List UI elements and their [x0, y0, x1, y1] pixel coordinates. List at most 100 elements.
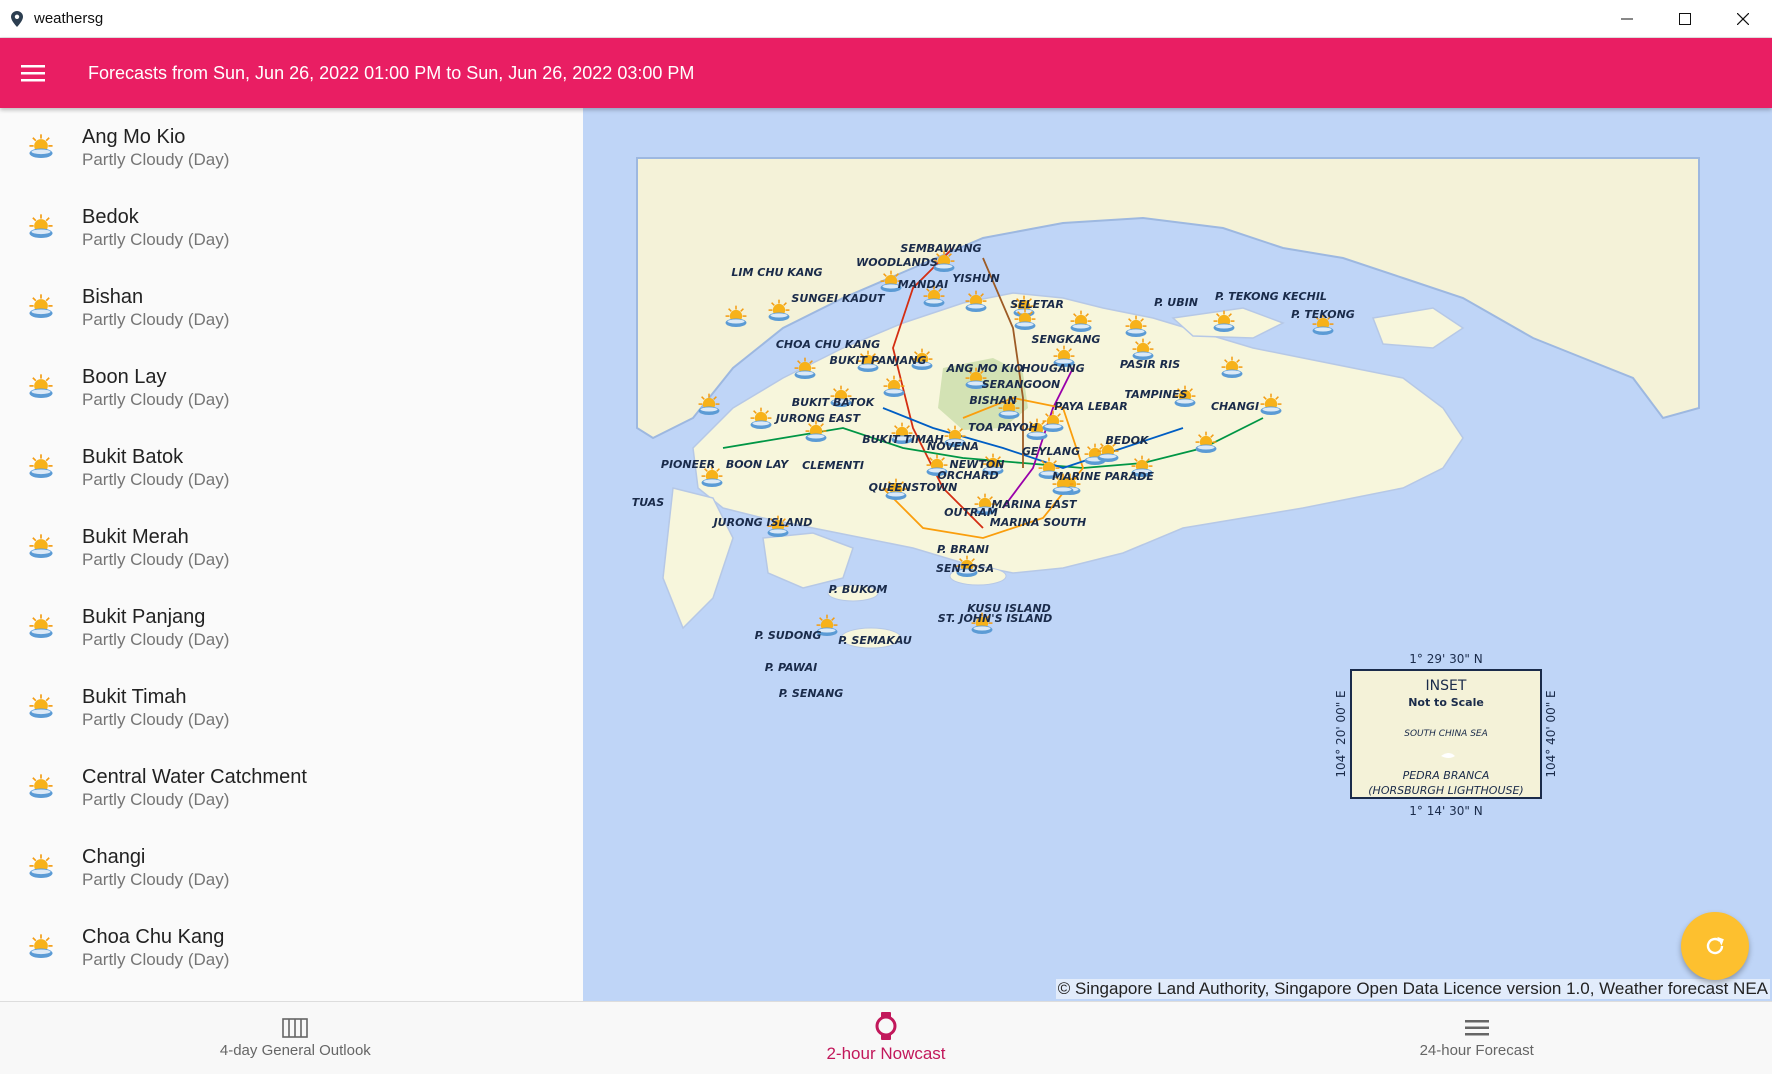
- watch-icon: [875, 1012, 897, 1040]
- list-item[interactable]: Bishan Partly Cloudy (Day): [0, 268, 583, 348]
- forecast-marker: [1070, 310, 1092, 333]
- inset-lat-bottom: 1° 14' 30" N: [1409, 804, 1482, 818]
- window-title: weathersg: [34, 10, 104, 27]
- forecast-marker: [1042, 410, 1064, 433]
- close-button[interactable]: [1714, 0, 1772, 38]
- area-name: Choa Chu Kang: [82, 926, 225, 948]
- minimize-button[interactable]: [1598, 0, 1656, 38]
- map-place-label: P. UBIN: [1154, 296, 1198, 309]
- maximize-icon: [1679, 13, 1691, 25]
- nav-2-hour-nowcast[interactable]: 2-hour Nowcast: [591, 1002, 1182, 1074]
- jurong-island: [762, 532, 854, 589]
- partly-cloudy-day-icon: [0, 133, 82, 163]
- nav-24-hour-forecast[interactable]: 24-hour Forecast: [1181, 1002, 1772, 1074]
- partly-cloudy-day-icon: [0, 693, 82, 723]
- map-place-label: SUNGEI KADUT: [791, 292, 886, 305]
- map-place-label: P. BUKOM: [829, 583, 888, 596]
- singapore-map[interactable]: SEMBAWANG WOODLANDS YISHUN LIM CHU KANG MAND…: [583, 108, 1772, 1001]
- map-place-label: ST. JOHN'S ISLAND: [938, 612, 1052, 625]
- map-place-label: NOVENA: [927, 440, 979, 453]
- inset-place-label: PEDRA BRANCA: [1403, 769, 1490, 782]
- map-place-label: YISHUN: [952, 272, 999, 285]
- forecast-period-title: Forecasts from Sun, Jun 26, 2022 01:00 P…: [88, 62, 695, 83]
- minimize-icon: [1621, 18, 1633, 20]
- map-place-label: SERANGOON: [982, 378, 1061, 391]
- partly-cloudy-day-icon: [0, 213, 82, 243]
- map-place-label: TOA PAYOH: [968, 421, 1038, 434]
- map-place-label: BUKIT PANJANG: [830, 354, 927, 367]
- inset-subtitle: Not to Scale: [1408, 696, 1484, 709]
- area-name: Changi: [82, 846, 146, 868]
- map-place-label: CHANGI: [1211, 400, 1259, 413]
- map-place-label: BUKIT BATOK: [792, 396, 876, 409]
- partly-cloudy-day-icon: [0, 613, 82, 643]
- map-place-label: BOON LAY: [726, 458, 789, 471]
- map-place-label: SEMBAWANG: [900, 242, 981, 255]
- partly-cloudy-day-icon: [0, 533, 82, 563]
- map-place-label: MARINA EAST: [991, 498, 1078, 511]
- map-place-label: SELETAR: [1010, 298, 1064, 311]
- forecast-marker: [965, 290, 987, 313]
- close-icon: [1737, 13, 1749, 25]
- map-place-label: PAYA LEBAR: [1054, 400, 1127, 413]
- tuas-landmass: [662, 487, 734, 630]
- nav-label: 4-day General Outlook: [219, 1041, 371, 1059]
- map-place-label: P. TEKONG: [1291, 308, 1355, 321]
- area-forecast: Partly Cloudy (Day): [82, 550, 230, 569]
- refresh-button[interactable]: [1681, 912, 1749, 980]
- map-place-label: P. TEKONG KECHIL: [1215, 290, 1327, 303]
- app-pin-icon: [0, 0, 34, 38]
- list-item[interactable]: Bedok Partly Cloudy (Day): [0, 188, 583, 268]
- map-place-label: PIONEER: [661, 458, 715, 471]
- list-item[interactable]: Changi Partly Cloudy (Day): [0, 828, 583, 908]
- map-place-label: BEDOK: [1106, 434, 1150, 447]
- list-item[interactable]: Central Water Catchment Partly Cloudy (Da…: [0, 748, 583, 828]
- list-item[interactable]: Bukit Merah Partly Cloudy (Day): [0, 508, 583, 588]
- map-attribution: © Singapore Land Authority, Singapore Op…: [1055, 979, 1770, 999]
- inset-lat-top: 1° 29' 30" N: [1409, 652, 1482, 666]
- map-place-label: HOUGANG: [1021, 362, 1084, 375]
- hamburger-menu-icon: [21, 65, 45, 82]
- area-name: Bedok: [82, 206, 139, 228]
- nav-4-day-outlook[interactable]: 4-day General Outlook: [0, 1002, 591, 1074]
- inset-lon-right: 104° 40' 00" E: [1544, 690, 1558, 777]
- list-item[interactable]: Ang Mo Kio Partly Cloudy (Day): [0, 108, 583, 188]
- partly-cloudy-day-icon: [0, 933, 82, 963]
- hamburger-menu-button[interactable]: [0, 38, 66, 108]
- area-name: Ang Mo Kio: [82, 126, 186, 148]
- map-place-label: ANG MO KIO: [946, 362, 1024, 375]
- forecast-marker: [1132, 338, 1154, 361]
- list-item[interactable]: Bukit Batok Partly Cloudy (Day): [0, 428, 583, 508]
- forecast-marker: [1260, 393, 1282, 416]
- area-forecast: Partly Cloudy (Day): [82, 390, 230, 409]
- list-item[interactable]: Bukit Panjang Partly Cloudy (Day): [0, 588, 583, 668]
- map-place-label: JURONG EAST: [774, 412, 862, 425]
- forecast-marker: [750, 407, 772, 430]
- forecast-marker: [794, 357, 816, 380]
- map-place-label: SENTOSA: [936, 562, 994, 575]
- list-lines-icon: [1464, 1019, 1489, 1035]
- area-forecast: Partly Cloudy (Day): [82, 230, 230, 249]
- area-name: Bukit Timah: [82, 686, 187, 708]
- bottom-navigation: 4-day General Outlook 2-hour Nowcast 24-…: [0, 1001, 1772, 1074]
- map-place-label: CLEMENTI: [802, 459, 864, 472]
- map-place-label: P. PAWAI: [765, 661, 818, 674]
- inset-lon-left: 104° 20' 00" E: [1334, 690, 1348, 777]
- map-place-label: QUEENSTOWN: [869, 481, 958, 494]
- map-place-label: TAMPINES: [1125, 388, 1188, 401]
- area-forecast-list[interactable]: Ang Mo Kio Partly Cloudy (Day) Bedok Partl…: [0, 108, 583, 1001]
- forecast-marker: [768, 299, 790, 322]
- area-name: Bukit Batok: [82, 446, 184, 468]
- list-item[interactable]: Choa Chu Kang Partly Cloudy (Day): [0, 908, 583, 988]
- area-forecast: Partly Cloudy (Day): [82, 870, 230, 889]
- forecast-marker: [1014, 308, 1036, 331]
- map-place-label: MANDAI: [898, 278, 948, 291]
- area-name: Bukit Panjang: [82, 606, 206, 628]
- calendar-grid-icon: [282, 1017, 309, 1038]
- map-place-label: GEYLANG: [1022, 445, 1080, 458]
- list-item[interactable]: Boon Lay Partly Cloudy (Day): [0, 348, 583, 428]
- list-item[interactable]: Bukit Timah Partly Cloudy (Day): [0, 668, 583, 748]
- area-name: Central Water Catchment: [82, 766, 307, 788]
- maximize-button[interactable]: [1656, 0, 1714, 38]
- map-canvas: SEMBAWANGWOODLANDS YISHUN LIM CHU KANG MAND…: [632, 157, 1700, 818]
